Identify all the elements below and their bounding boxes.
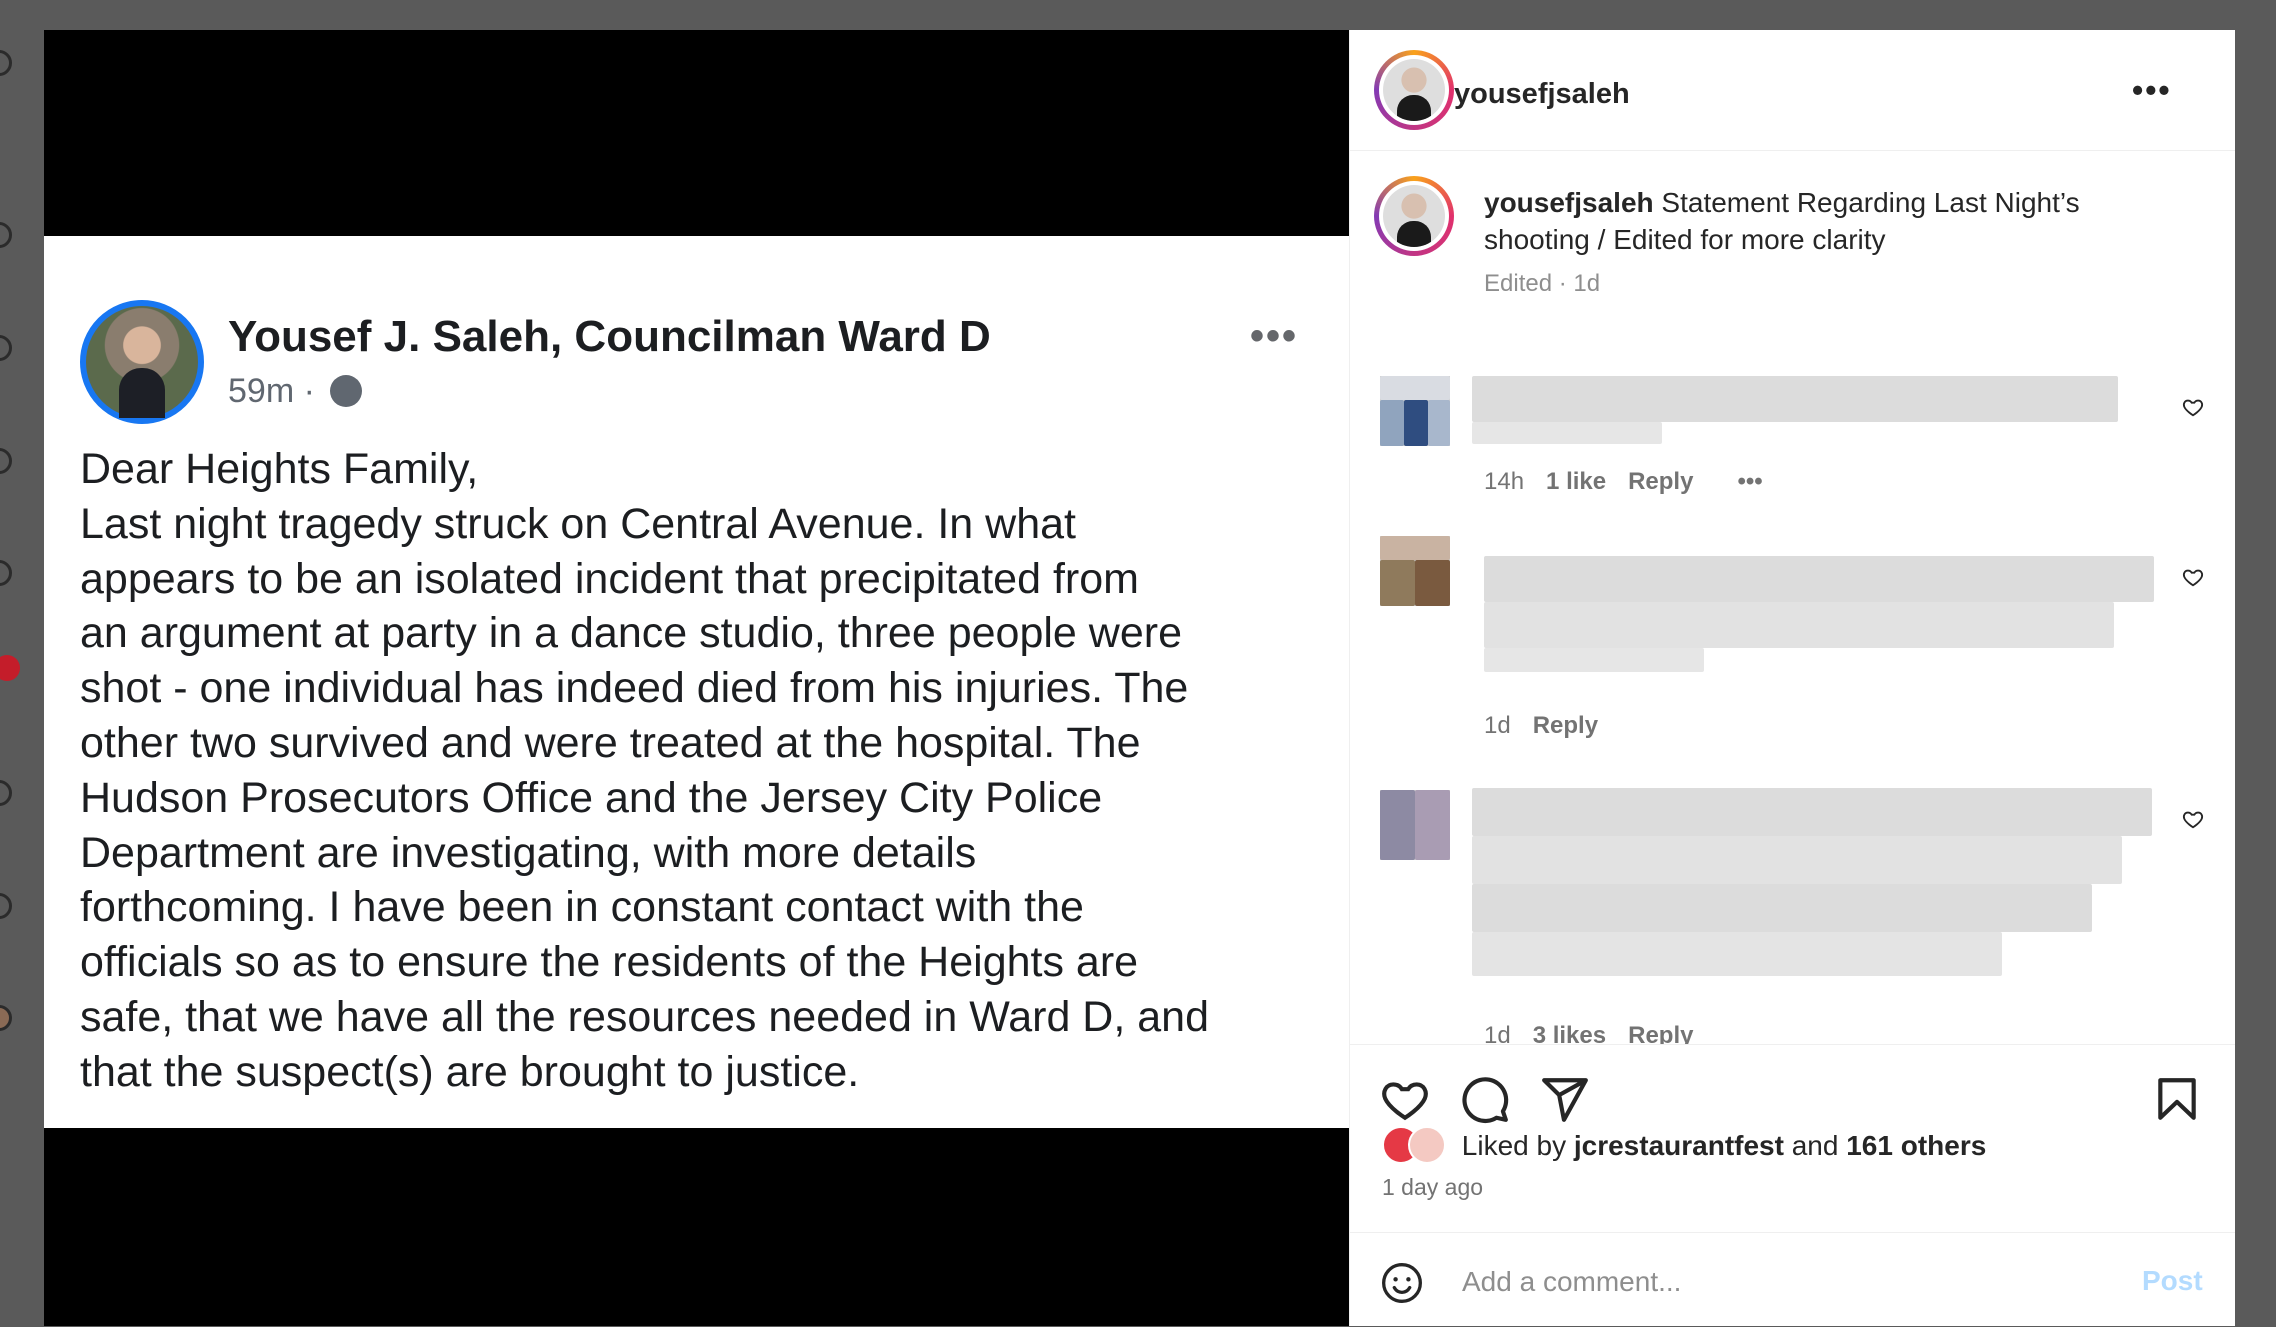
comment-like-heart-icon[interactable] bbox=[2182, 808, 2204, 830]
comment-meta: 1d 3 likes Reply bbox=[1484, 1022, 1693, 1044]
liked-by-user[interactable]: jcrestaurantfest bbox=[1574, 1130, 1784, 1161]
comment-meta: 14h 1 like Reply ••• bbox=[1484, 468, 1763, 496]
comment-likes[interactable]: 3 likes bbox=[1533, 1022, 1606, 1044]
fb-body-line: other two survived and were treated at t… bbox=[80, 718, 1141, 767]
comment-icon[interactable] bbox=[1460, 1074, 1510, 1124]
comment-text-pixelated bbox=[1472, 836, 2122, 884]
header-avatar[interactable] bbox=[1374, 50, 1454, 130]
fb-body-line: Last night tragedy struck on Central Ave… bbox=[80, 499, 1076, 548]
comment-reply-button[interactable]: Reply bbox=[1533, 712, 1598, 739]
comment-text-pixelated bbox=[1484, 556, 2154, 602]
actions-divider bbox=[1350, 1044, 2235, 1045]
comment-likes[interactable]: 1 like bbox=[1546, 468, 1606, 495]
fb-body-line: forthcoming. I have been in constant con… bbox=[80, 883, 1084, 932]
post-timestamp[interactable]: 1 day ago bbox=[1382, 1174, 1483, 1201]
liker-avatar[interactable] bbox=[1408, 1126, 1446, 1164]
like-heart-icon[interactable] bbox=[1380, 1074, 1430, 1124]
fb-author-avatar bbox=[80, 300, 204, 424]
fb-post-body: Dear Heights Family, Last night tragedy … bbox=[80, 442, 1330, 1100]
post-caption: yousefjsaleh Statement Regarding Last Ni… bbox=[1484, 184, 2164, 258]
comment-text-pixelated bbox=[1472, 932, 2002, 976]
fb-meta-separator: · bbox=[303, 372, 315, 410]
fb-post-time: 59m bbox=[228, 372, 295, 410]
comment-time: 1d bbox=[1484, 1022, 1511, 1044]
fb-body-line: safe, that we have all the resources nee… bbox=[80, 992, 1210, 1041]
fb-post-meta: 59m · bbox=[228, 372, 363, 411]
rail-instagram-icon[interactable] bbox=[0, 50, 12, 76]
rail-reels-icon[interactable] bbox=[0, 560, 12, 586]
header-more-icon[interactable]: ••• bbox=[2132, 72, 2172, 109]
liked-by-conj: and bbox=[1791, 1130, 1839, 1161]
comment-reply-button[interactable]: Reply bbox=[1628, 468, 1693, 495]
rail-create-icon[interactable] bbox=[0, 893, 12, 919]
caption-meta: Edited · 1d bbox=[1484, 270, 1601, 297]
comment-more-icon[interactable]: ••• bbox=[1737, 468, 1762, 495]
header-divider bbox=[1350, 150, 2235, 151]
post-modal: Yousef J. Saleh, Councilman Ward D 59m ·… bbox=[44, 30, 2235, 1326]
liked-by-prefix: Liked by bbox=[1461, 1130, 1567, 1161]
rail-notification-badge bbox=[0, 655, 20, 681]
emoji-icon[interactable] bbox=[1380, 1261, 1424, 1305]
fb-body-line: officials so as to ensure the residents … bbox=[80, 938, 1139, 987]
comment-text-pixelated bbox=[1472, 376, 2118, 422]
fb-body-line: shot - one individual has indeed died fr… bbox=[80, 664, 1189, 713]
rail-notifications-icon[interactable] bbox=[0, 780, 12, 806]
left-nav-rail bbox=[0, 0, 44, 1326]
caption-username[interactable]: yousefjsaleh bbox=[1484, 187, 1654, 218]
post-button[interactable]: Post bbox=[2142, 1265, 2203, 1297]
fb-body-line: that the suspect(s) are brought to justi… bbox=[80, 1047, 860, 1096]
liked-by-line: Liked by jcrestaurantfest and 161 others bbox=[1382, 1126, 1986, 1164]
facebook-post-screenshot: Yousef J. Saleh, Councilman Ward D 59m ·… bbox=[44, 236, 1349, 1128]
comment-text-pixelated bbox=[1484, 648, 1704, 672]
comment-text-pixelated bbox=[1472, 884, 2092, 932]
fb-body-line: Hudson Prosecutors Office and the Jersey… bbox=[80, 773, 1103, 822]
comment-reply-button[interactable]: Reply bbox=[1628, 1022, 1693, 1044]
comments-list[interactable]: 14h 1 like Reply ••• 1d Reply 1d 3 likes… bbox=[1350, 330, 2235, 1044]
comment-like-heart-icon[interactable] bbox=[2182, 566, 2204, 588]
rail-profile-icon[interactable] bbox=[0, 1005, 12, 1031]
header-username[interactable]: yousefjsaleh bbox=[1454, 78, 1630, 111]
fb-more-icon: ••• bbox=[1250, 314, 1299, 358]
comment-avatar[interactable] bbox=[1380, 536, 1450, 606]
comment-avatar[interactable] bbox=[1380, 376, 1450, 446]
liked-by-others[interactable]: 161 others bbox=[1846, 1130, 1986, 1161]
caption-avatar[interactable] bbox=[1374, 176, 1454, 256]
comment-time: 14h bbox=[1484, 468, 1525, 495]
comment-time: 1d bbox=[1484, 712, 1511, 739]
comment-text-pixelated bbox=[1472, 788, 2152, 836]
add-comment-bar: Post bbox=[1350, 1232, 2235, 1327]
comment-input[interactable] bbox=[1460, 1259, 2064, 1305]
fb-body-line: an argument at party in a dance studio, … bbox=[80, 609, 1182, 658]
rail-explore-icon[interactable] bbox=[0, 448, 12, 474]
fb-author-name: Yousef J. Saleh, Councilman Ward D bbox=[228, 312, 991, 361]
comment-text-pixelated bbox=[1484, 602, 2114, 648]
post-media: Yousef J. Saleh, Councilman Ward D 59m ·… bbox=[44, 30, 1349, 1326]
comment-text-pixelated bbox=[1472, 422, 1662, 444]
post-sidebar: yousefjsaleh ••• yousefjsaleh Statement … bbox=[1349, 30, 2235, 1326]
share-icon[interactable] bbox=[1540, 1074, 1590, 1124]
rail-home-icon[interactable] bbox=[0, 222, 12, 248]
fb-body-line: Department are investigating, with more … bbox=[80, 828, 977, 877]
rail-search-icon[interactable] bbox=[0, 335, 12, 361]
comment-avatar[interactable] bbox=[1380, 790, 1450, 860]
fb-body-line: appears to be an isolated incident that … bbox=[80, 554, 1139, 603]
globe-icon bbox=[330, 375, 363, 407]
fb-body-line: Dear Heights Family, bbox=[80, 445, 479, 493]
comment-like-heart-icon[interactable] bbox=[2182, 396, 2204, 418]
bookmark-icon[interactable] bbox=[2152, 1074, 2202, 1124]
comment-meta: 1d Reply bbox=[1484, 712, 1598, 740]
